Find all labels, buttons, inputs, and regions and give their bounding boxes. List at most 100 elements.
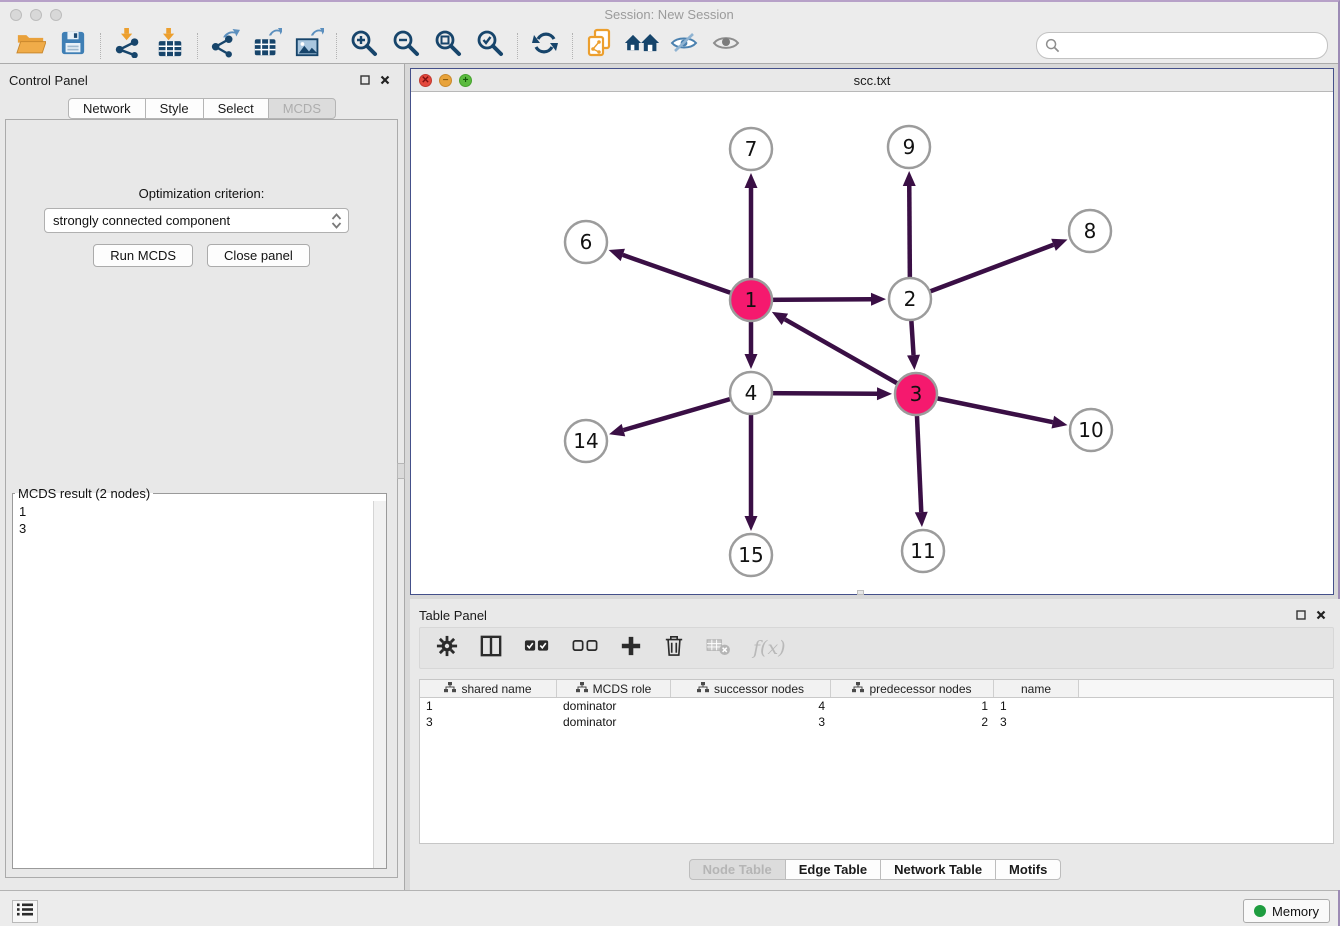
app-titlebar: Session: New Session <box>0 2 1338 28</box>
show-details-button[interactable] <box>705 30 747 62</box>
node-label: 10 <box>1078 418 1103 442</box>
eye-icon <box>712 32 740 59</box>
edge-2-8[interactable] <box>910 245 1054 299</box>
double-home-button[interactable] <box>621 30 663 62</box>
tab-network[interactable]: Network <box>68 98 146 119</box>
edge-arrowhead <box>1051 416 1067 429</box>
task-history-button[interactable] <box>12 900 38 923</box>
toolbar-separator <box>572 33 573 59</box>
panel-splitter-handle[interactable] <box>397 463 405 479</box>
close-panel-icon[interactable] <box>1316 607 1326 625</box>
column-layout-button[interactable] <box>480 635 502 662</box>
save-session-button[interactable] <box>52 30 94 62</box>
column-header-filler <box>1079 680 1333 697</box>
eye-slash-icon <box>670 31 698 60</box>
close-panel-icon[interactable] <box>380 72 390 90</box>
plus-icon <box>620 635 642 662</box>
float-panel-icon[interactable] <box>360 72 370 90</box>
memory-button[interactable]: Memory <box>1243 899 1330 923</box>
edge-3-1[interactable] <box>785 319 916 394</box>
tab-node-table[interactable]: Node Table <box>689 859 786 880</box>
toolbar-separator <box>100 33 101 59</box>
edge-arrowhead <box>915 512 928 527</box>
search-field <box>1036 32 1328 59</box>
edge-arrowhead <box>907 355 920 370</box>
table-row[interactable]: 1 dominator 4 1 1 <box>420 698 1333 714</box>
control-panel: Control Panel Network Style Select MCDS … <box>0 64 405 890</box>
result-line: 1 <box>19 503 367 520</box>
delete-table-button <box>706 636 731 661</box>
unchecked-boxes-icon <box>572 639 598 657</box>
tab-style[interactable]: Style <box>145 98 204 119</box>
node-label: 9 <box>903 135 916 159</box>
function-builder-button: f(x) <box>753 637 786 659</box>
net-resize-handle[interactable] <box>857 590 864 595</box>
tab-mcds[interactable]: MCDS <box>268 98 336 119</box>
edge-arrowhead <box>745 354 758 369</box>
column-header-predecessor-nodes[interactable]: predecessor nodes <box>831 680 994 697</box>
zoom-fit-button[interactable] <box>427 30 469 62</box>
delete-column-button[interactable] <box>664 634 684 662</box>
export-image-button[interactable] <box>288 30 330 62</box>
edge-arrowhead <box>745 516 758 531</box>
column-header-mcds-role[interactable]: MCDS role <box>557 680 671 697</box>
export-table-icon <box>252 28 282 63</box>
run-mcds-button[interactable]: Run MCDS <box>93 244 193 267</box>
import-network-button[interactable] <box>107 30 149 62</box>
hide-details-button[interactable] <box>663 30 705 62</box>
criterion-select[interactable]: strongly connected component <box>44 208 349 233</box>
column-header-successor-nodes[interactable]: successor nodes <box>671 680 831 697</box>
edge-arrowhead <box>609 249 625 261</box>
app-title: Session: New Session <box>0 7 1338 22</box>
zoom-selected-button[interactable] <box>469 30 511 62</box>
node-label: 8 <box>1084 219 1097 243</box>
checked-boxes-icon <box>524 639 550 657</box>
documents-share-icon <box>586 28 614 63</box>
deselect-all-columns-button[interactable] <box>572 639 598 657</box>
add-column-button[interactable] <box>620 635 642 662</box>
list-icon <box>17 903 33 921</box>
tree-icon <box>852 682 864 696</box>
main-toolbar <box>0 28 1338 64</box>
search-input[interactable] <box>1036 32 1328 59</box>
status-bar: Memory <box>0 890 1338 926</box>
open-file-button[interactable] <box>10 30 52 62</box>
toolbar-separator <box>336 33 337 59</box>
zoom-in-button[interactable] <box>343 30 385 62</box>
import-table-icon <box>155 28 185 63</box>
table-settings-button[interactable] <box>436 635 458 662</box>
tab-select[interactable]: Select <box>203 98 269 119</box>
select-all-columns-button[interactable] <box>524 639 550 657</box>
import-network-icon <box>113 28 143 63</box>
select-stepper-icon <box>331 212 342 233</box>
mcds-result-text[interactable]: 1 3 <box>13 501 373 868</box>
refresh-button[interactable] <box>524 30 566 62</box>
zoom-out-button[interactable] <box>385 30 427 62</box>
zoom-in-icon <box>350 29 378 62</box>
edge-arrowhead <box>745 173 758 188</box>
tab-edge-table[interactable]: Edge Table <box>785 859 881 880</box>
toolbar-separator <box>197 33 198 59</box>
optimization-label: Optimization criterion: <box>6 186 397 201</box>
result-scrollbar[interactable] <box>373 501 386 868</box>
network-graph[interactable]: 7968124314101511 <box>411 92 1333 594</box>
gear-icon <box>436 635 458 662</box>
column-header-shared-name[interactable]: shared name <box>420 680 557 697</box>
table-row[interactable]: 3 dominator 3 2 3 <box>420 714 1333 730</box>
float-panel-icon[interactable] <box>1296 607 1306 625</box>
export-table-button[interactable] <box>246 30 288 62</box>
import-table-button[interactable] <box>149 30 191 62</box>
tree-icon <box>444 682 456 696</box>
network-view-window: ✕ − + scc.txt 7968124314101511 <box>410 68 1334 595</box>
mcds-panel: Optimization criterion: strongly connect… <box>5 119 398 878</box>
tab-motifs[interactable]: Motifs <box>995 859 1061 880</box>
close-panel-button[interactable]: Close panel <box>207 244 310 267</box>
edge-arrowhead <box>1051 239 1067 251</box>
node-label: 14 <box>573 429 598 453</box>
column-header-name[interactable]: name <box>994 680 1079 697</box>
edge-arrowhead <box>871 293 886 306</box>
table-toolbar: f(x) <box>419 627 1334 669</box>
tab-network-table[interactable]: Network Table <box>880 859 996 880</box>
export-network-button[interactable] <box>204 30 246 62</box>
documents-share-button[interactable] <box>579 30 621 62</box>
